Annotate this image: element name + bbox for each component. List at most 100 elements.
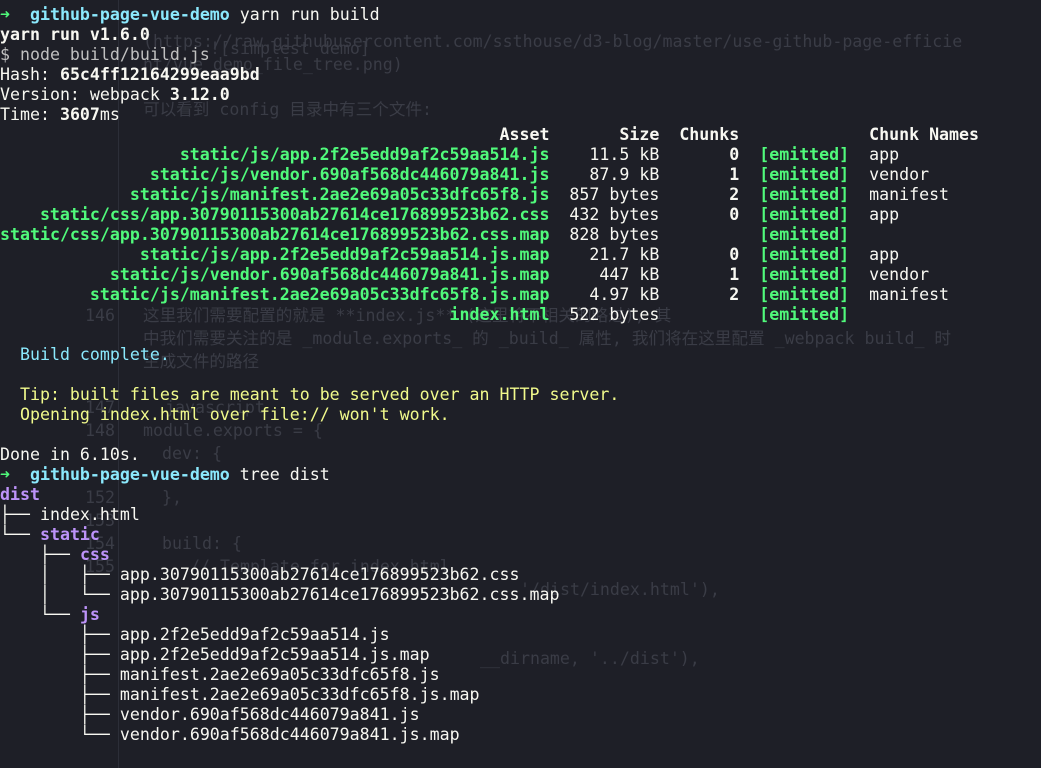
file-name: index.html: [40, 505, 140, 524]
asset-status: [emitted]: [759, 205, 869, 225]
asset-size: 522 bytes: [549, 305, 659, 325]
version-line: Version: webpack 3.12.0: [0, 85, 979, 105]
prompt-directory: github-page-vue-demo: [30, 5, 230, 24]
asset-size: 11.5 kB: [549, 145, 659, 165]
tree-branch: ├──: [0, 685, 120, 704]
asset-name: static/js/manifest.2ae2e69a05c33dfc65f8.…: [0, 185, 549, 205]
hash-label: Hash:: [0, 65, 60, 84]
prompt-directory: github-page-vue-demo: [30, 465, 230, 484]
tree-branch: └──: [0, 525, 40, 544]
file-name: vendor.690af568dc446079a841.js.map: [120, 725, 460, 744]
file-name: app.30790115300ab27614ce176899523b62.css: [120, 565, 520, 584]
asset-name: static/js/app.2f2e5edd9af2c59aa514.js: [0, 145, 549, 165]
asset-table-header: AssetSizeChunksChunk Names: [0, 125, 979, 145]
asset-size: 87.9 kB: [549, 165, 659, 185]
directory-name: static: [40, 525, 100, 544]
asset-row: index.html522 bytes [emitted]: [0, 305, 979, 325]
asset-chunks: 1: [659, 165, 739, 185]
asset-row: static/js/manifest.2ae2e69a05c33dfc65f8.…: [0, 285, 979, 305]
done-line: Done in 6.10s.: [0, 445, 979, 465]
asset-row: static/css/app.30790115300ab27614ce17689…: [0, 205, 979, 225]
prompt-line: ➜ github-page-vue-demo yarn run build: [0, 5, 979, 25]
command: tree dist: [240, 465, 330, 484]
asset-chunks: 2: [659, 185, 739, 205]
header-size: Size: [549, 125, 659, 145]
tree-directory: ├── css: [0, 545, 979, 565]
asset-name: static/css/app.30790115300ab27614ce17689…: [0, 205, 549, 225]
asset-status: [emitted]: [759, 265, 869, 285]
hash-value: 65c4ff12164299eaa9bd: [60, 65, 260, 84]
tree-file: │ ├── app.30790115300ab27614ce176899523b…: [0, 565, 979, 585]
asset-name: static/js/vendor.690af568dc446079a841.js…: [0, 265, 549, 285]
node-command: $ node build/build.js: [0, 45, 979, 65]
asset-size: 857 bytes: [549, 185, 659, 205]
asset-chunk-name: app: [869, 245, 899, 265]
tree-directory: dist: [0, 485, 979, 505]
build-complete: Build complete.: [0, 345, 979, 365]
file-name: manifest.2ae2e69a05c33dfc65f8.js.map: [120, 685, 480, 704]
asset-chunk-name: app: [869, 145, 899, 165]
asset-status: [emitted]: [759, 305, 869, 325]
asset-chunks: 1: [659, 265, 739, 285]
asset-chunks: 2: [659, 285, 739, 305]
tip-line: Tip: built files are meant to be served …: [0, 385, 979, 405]
time-unit: ms: [100, 105, 120, 124]
tree-file: ├── vendor.690af568dc446079a841.js: [0, 705, 979, 725]
asset-row: static/js/vendor.690af568dc446079a841.js…: [0, 165, 979, 185]
asset-size: 4.97 kB: [549, 285, 659, 305]
command: yarn run build: [240, 5, 380, 24]
time-label: Time:: [0, 105, 60, 124]
prompt-arrow-icon: ➜: [0, 5, 10, 24]
tree-file: │ └── app.30790115300ab27614ce176899523b…: [0, 585, 979, 605]
asset-row: static/js/manifest.2ae2e69a05c33dfc65f8.…: [0, 185, 979, 205]
asset-chunk-name: vendor: [869, 265, 929, 285]
asset-chunk-name: app: [869, 205, 899, 225]
asset-row: static/css/app.30790115300ab27614ce17689…: [0, 225, 979, 245]
asset-status: [emitted]: [759, 145, 869, 165]
tree-branch: ├──: [0, 705, 120, 724]
asset-status: [emitted]: [759, 185, 869, 205]
asset-size: 828 bytes: [549, 225, 659, 245]
asset-name: index.html: [0, 305, 549, 325]
file-name: app.2f2e5edd9af2c59aa514.js.map: [120, 645, 430, 664]
time-value: 3607: [60, 105, 100, 124]
asset-size: 432 bytes: [549, 205, 659, 225]
tree-file: ├── app.2f2e5edd9af2c59aa514.js: [0, 625, 979, 645]
asset-status: [emitted]: [759, 225, 869, 245]
asset-size: 21.7 kB: [549, 245, 659, 265]
tree-branch: │ └──: [0, 585, 120, 604]
header-chunk-names: Chunk Names: [869, 125, 979, 145]
asset-name: static/js/manifest.2ae2e69a05c33dfc65f8.…: [0, 285, 549, 305]
header-chunks: Chunks: [659, 125, 739, 145]
tree-branch: ├──: [0, 505, 40, 524]
asset-name: static/js/vendor.690af568dc446079a841.js: [0, 165, 549, 185]
terminal-output[interactable]: ➜ github-page-vue-demo yarn run build ya…: [0, 5, 979, 745]
tree-branch: ├──: [0, 645, 120, 664]
prompt-line: ➜ github-page-vue-demo tree dist: [0, 465, 979, 485]
tree-directory: └── js: [0, 605, 979, 625]
tree-branch: └──: [0, 725, 120, 744]
file-tree: dist├── index.html└── static ├── css │ ├…: [0, 485, 979, 745]
asset-status: [emitted]: [759, 245, 869, 265]
tree-file: ├── app.2f2e5edd9af2c59aa514.js.map: [0, 645, 979, 665]
asset-chunks: 0: [659, 205, 739, 225]
tree-file: ├── manifest.2ae2e69a05c33dfc65f8.js: [0, 665, 979, 685]
directory-name: css: [80, 545, 110, 564]
asset-status: [emitted]: [759, 165, 869, 185]
prompt-arrow-icon: ➜: [0, 465, 10, 484]
time-line: Time: 3607ms: [0, 105, 979, 125]
version-label: Version: webpack: [0, 85, 170, 104]
tip-line: Opening index.html over file:// won't wo…: [0, 405, 979, 425]
asset-chunks: 0: [659, 145, 739, 165]
tree-file: ├── manifest.2ae2e69a05c33dfc65f8.js.map: [0, 685, 979, 705]
directory-name: dist: [0, 485, 40, 504]
asset-chunks: 0: [659, 245, 739, 265]
tree-branch: └──: [0, 605, 80, 624]
hash-line: Hash: 65c4ff12164299eaa9bd: [0, 65, 979, 85]
asset-status: [emitted]: [759, 285, 869, 305]
asset-row: static/js/vendor.690af568dc446079a841.js…: [0, 265, 979, 285]
asset-row: static/js/app.2f2e5edd9af2c59aa514.js.ma…: [0, 245, 979, 265]
asset-name: static/css/app.30790115300ab27614ce17689…: [0, 225, 549, 245]
file-name: app.30790115300ab27614ce176899523b62.css…: [120, 585, 560, 604]
file-name: app.2f2e5edd9af2c59aa514.js: [120, 625, 390, 644]
